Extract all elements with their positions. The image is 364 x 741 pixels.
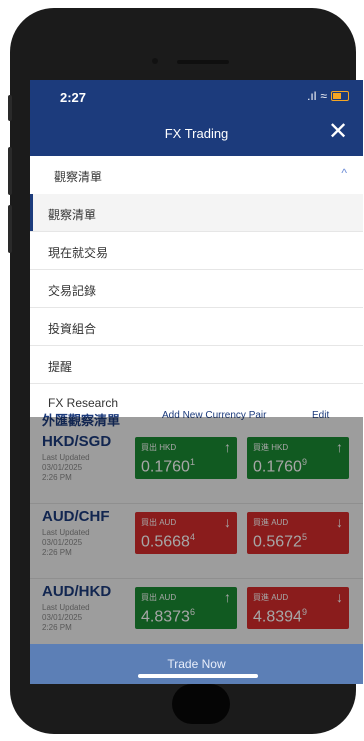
- menu-item-watchlist[interactable]: 觀察清單: [30, 194, 363, 232]
- page-title: FX Trading: [164, 126, 229, 141]
- earpiece-speaker: [177, 60, 229, 64]
- volume-down-button: [8, 205, 12, 253]
- volume-up-button: [8, 147, 12, 195]
- menu-item-alerts[interactable]: 提醒: [30, 346, 363, 384]
- signal-icon: .ıl: [307, 89, 317, 103]
- mute-switch: [8, 95, 12, 121]
- menu-item-label: 投資組合: [48, 322, 97, 336]
- wifi-icon: ≈: [320, 89, 327, 103]
- app-header: FX Trading ✕: [30, 112, 363, 156]
- close-icon[interactable]: ✕: [327, 120, 349, 144]
- status-bar: 2:27 .ıl ≈: [30, 80, 363, 112]
- menu-item-label: 現在就交易: [48, 246, 109, 260]
- dropdown-menu: 觀察清單 現在就交易 交易記錄 投資組合 提醒 FX Research: [30, 194, 363, 422]
- menu-item-trade-now[interactable]: 現在就交易: [30, 232, 363, 270]
- camera-dot: [152, 58, 158, 64]
- trade-now-button[interactable]: Trade Now: [30, 644, 363, 684]
- view-dropdown[interactable]: 觀察清單 ^: [30, 156, 363, 195]
- app-screen: 2:27 .ıl ≈ FX Trading ✕ 觀察清單 ^ 觀察清單 現在就交…: [30, 80, 363, 684]
- home-indicator: [138, 674, 258, 678]
- menu-item-label: 提醒: [48, 360, 73, 374]
- home-button: [172, 684, 230, 724]
- dropdown-selected: 觀察清單: [54, 170, 103, 184]
- menu-item-portfolio[interactable]: 投資組合: [30, 308, 363, 346]
- trade-now-label: Trade Now: [167, 657, 226, 671]
- status-time: 2:27: [60, 90, 87, 105]
- menu-item-trade-history[interactable]: 交易記錄: [30, 270, 363, 308]
- menu-item-label: FX Research: [48, 396, 119, 410]
- menu-item-label: 交易記錄: [48, 284, 97, 298]
- menu-item-label: 觀察清單: [48, 208, 97, 222]
- battery-icon: [331, 91, 349, 101]
- chevron-up-icon: ^: [341, 166, 347, 180]
- status-icons: .ıl ≈: [307, 89, 349, 103]
